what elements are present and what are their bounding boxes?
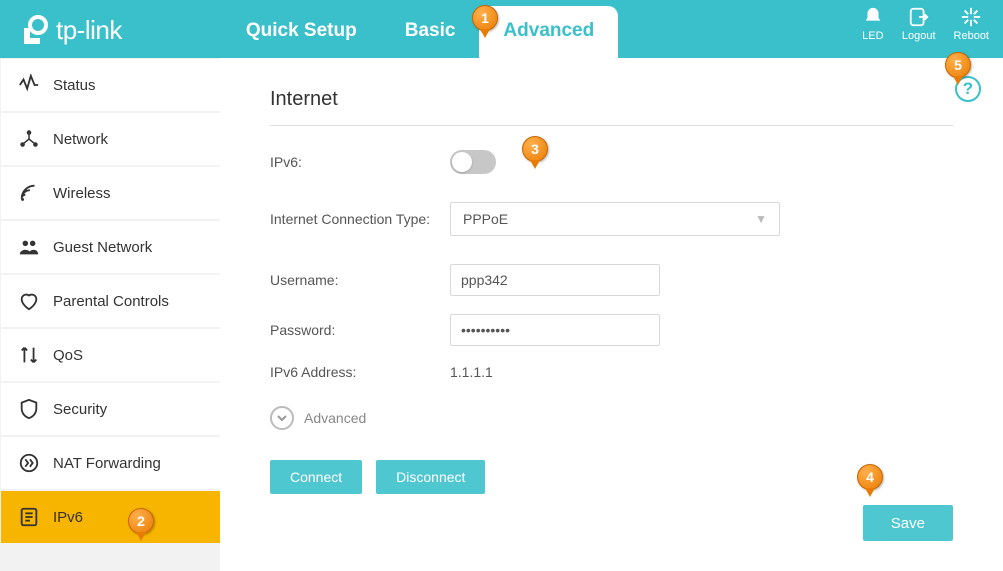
ipv6-label: IPv6: (270, 154, 450, 170)
username-label: Username: (270, 272, 450, 288)
sidebar-item-parental-controls[interactable]: Parental Controls (1, 275, 220, 327)
sidebar-item-nat-forwarding[interactable]: NAT Forwarding (1, 437, 220, 489)
content-area: ? Internet IPv6: Internet Connection Typ… (220, 58, 1003, 571)
logout-button[interactable]: Logout (902, 6, 936, 42)
advanced-section-toggle[interactable]: Advanced (270, 406, 953, 430)
sidebar-item-network[interactable]: Network (1, 113, 220, 165)
help-button[interactable]: ? (955, 76, 981, 102)
wireless-icon (17, 181, 41, 205)
ipv6-toggle[interactable] (450, 150, 496, 174)
sidebar-item-label: Network (53, 131, 108, 148)
qos-icon (17, 343, 41, 367)
sidebar-item-label: Guest Network (53, 239, 152, 256)
password-label: Password: (270, 322, 450, 338)
guest-icon (17, 235, 41, 259)
header-actions: LED Logout Reboot (862, 6, 989, 42)
sidebar-item-label: NAT Forwarding (53, 455, 161, 472)
save-button[interactable]: Save (863, 505, 953, 541)
sidebar-item-label: Wireless (53, 185, 111, 202)
shield-icon (17, 397, 41, 421)
connection-buttons: Connect Disconnect (270, 460, 953, 494)
network-icon (17, 127, 41, 151)
advanced-label: Advanced (304, 410, 366, 426)
tab-quick-setup[interactable]: Quick Setup (222, 20, 381, 58)
sidebar-item-status[interactable]: Status (1, 59, 220, 111)
sidebar-item-label: Security (53, 401, 107, 418)
sidebar-item-label: Parental Controls (53, 293, 169, 310)
username-input[interactable] (450, 264, 660, 296)
tab-basic[interactable]: Basic (381, 20, 480, 58)
brand-logo: tp-link (18, 14, 122, 46)
sidebar-item-ipv6[interactable]: IPv6 (1, 491, 220, 543)
connect-button[interactable]: Connect (270, 460, 362, 494)
sidebar-item-guest-network[interactable]: Guest Network (1, 221, 220, 273)
ipv6-addr-label: IPv6 Address: (270, 364, 450, 380)
logout-icon (908, 6, 930, 28)
disconnect-button[interactable]: Disconnect (376, 460, 485, 494)
tplink-logo-icon (18, 14, 50, 46)
sidebar-item-wireless[interactable]: Wireless (1, 167, 220, 219)
nat-icon (17, 451, 41, 475)
ipv6-icon (17, 505, 41, 529)
status-icon (17, 73, 41, 97)
password-input[interactable] (450, 314, 660, 346)
chevron-down-icon: ▼ (755, 212, 767, 226)
parental-icon (17, 289, 41, 313)
header: tp-link Quick Setup Basic Advanced LED L… (0, 0, 1003, 58)
sidebar: Status Network Wireless Guest Network Pa… (0, 58, 220, 571)
tab-advanced[interactable]: Advanced (479, 6, 618, 58)
conn-type-select[interactable]: PPPoE ▼ (450, 202, 780, 236)
ipv6-addr-value: 1.1.1.1 (450, 364, 493, 380)
reboot-button[interactable]: Reboot (954, 6, 989, 42)
page-title: Internet (270, 88, 953, 126)
brand-text: tp-link (56, 15, 122, 46)
chevron-down-circle-icon (270, 406, 294, 430)
bell-icon (862, 6, 884, 28)
conn-type-value: PPPoE (463, 211, 508, 227)
top-tabs: Quick Setup Basic Advanced (222, 0, 618, 58)
sidebar-item-label: Status (53, 77, 96, 94)
reboot-icon (960, 6, 982, 28)
sidebar-item-security[interactable]: Security (1, 383, 220, 435)
sidebar-item-label: QoS (53, 347, 83, 364)
conn-type-label: Internet Connection Type: (270, 211, 450, 227)
led-button[interactable]: LED (862, 6, 884, 42)
sidebar-item-qos[interactable]: QoS (1, 329, 220, 381)
sidebar-item-label: IPv6 (53, 509, 83, 526)
